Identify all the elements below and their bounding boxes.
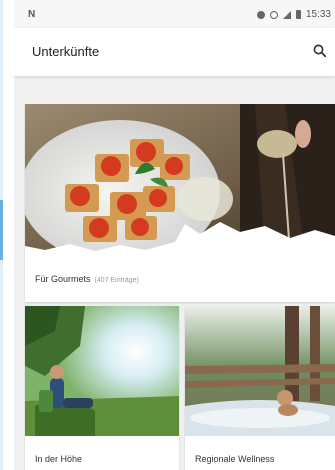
page-title: Unterkünfte bbox=[32, 44, 100, 59]
gourmets-image bbox=[25, 104, 335, 254]
card-title: Für Gourmets bbox=[35, 274, 91, 284]
notification-icon: N bbox=[28, 9, 36, 20]
status-time: 15:33 bbox=[305, 9, 331, 20]
app-bar: Unterkünfte bbox=[14, 28, 335, 76]
battery-icon bbox=[295, 10, 301, 19]
card-title: Regionale Wellness bbox=[195, 454, 275, 464]
left-edge-strip bbox=[0, 0, 3, 470]
category-card-gourmets[interactable]: Für Gourmets (407 Einträge) bbox=[25, 104, 335, 302]
card-title: In der Höhe bbox=[35, 454, 83, 464]
category-card-wellness[interactable]: Regionale Wellness bbox=[185, 306, 335, 470]
signal-icon bbox=[282, 10, 291, 19]
status-icons: 15:33 bbox=[256, 9, 331, 20]
category-card-hoehe[interactable]: In der Höhe bbox=[25, 306, 179, 470]
entry-count: (407 Einträge) bbox=[94, 277, 139, 284]
wellness-image bbox=[185, 306, 335, 436]
status-bar: N 15:33 bbox=[14, 0, 335, 28]
alarm-icon bbox=[269, 10, 278, 19]
location-icon bbox=[256, 10, 265, 19]
card-label: Für Gourmets (407 Einträge) bbox=[35, 274, 139, 284]
search-icon[interactable] bbox=[311, 42, 329, 60]
hoehe-image bbox=[25, 306, 179, 436]
